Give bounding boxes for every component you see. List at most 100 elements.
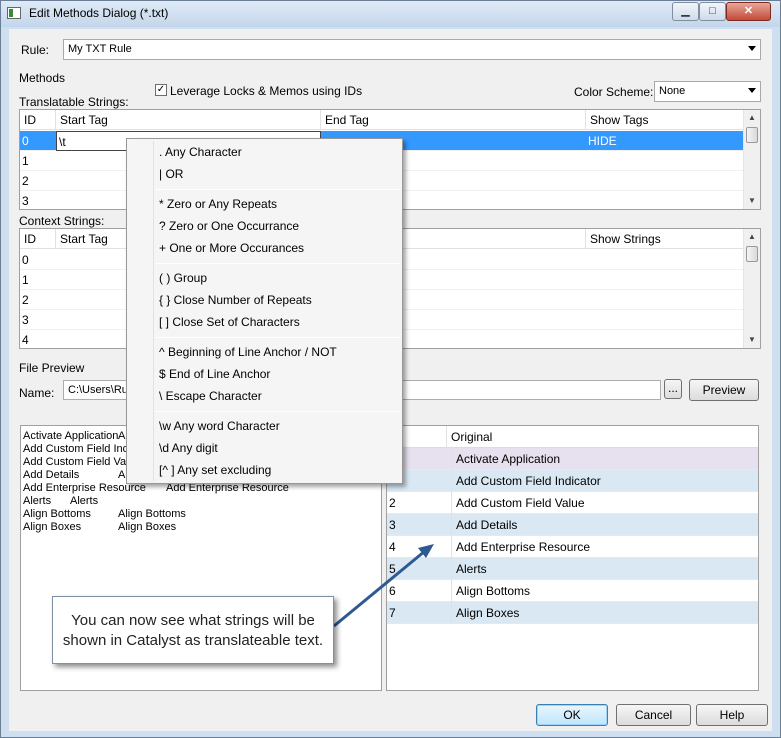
grid-header: Original	[387, 426, 758, 448]
cell-id: 0	[22, 134, 29, 148]
file-preview-label: File Preview	[19, 361, 85, 375]
column-header-original[interactable]: Original	[447, 426, 758, 448]
help-button[interactable]: Help	[696, 704, 768, 726]
preview-line: Align Boxes	[23, 521, 82, 533]
close-button[interactable]: ✕	[726, 2, 771, 21]
cell-show-tags[interactable]: HIDE	[586, 131, 617, 151]
row-original: Align Boxes	[451, 602, 519, 624]
menu-separator	[155, 411, 400, 412]
table-row[interactable]: 5 Alerts	[387, 558, 758, 580]
column-header-show-strings[interactable]: Show Strings	[586, 229, 745, 249]
preview-line: Add Custom Field Valu	[23, 456, 135, 468]
preview-line-col2: Alerts	[70, 495, 99, 507]
preview-original-grid[interactable]: Original Activate Application Add Custom…	[386, 425, 759, 691]
menu-item-escape[interactable]: \ Escape Character	[159, 386, 262, 406]
chevron-down-icon	[748, 88, 756, 93]
preview-line: Activate Application	[23, 430, 119, 442]
scroll-thumb[interactable]	[746, 246, 758, 262]
column-header-show-tags[interactable]: Show Tags	[586, 110, 745, 130]
methods-label: Methods	[19, 71, 66, 85]
menu-item-close-repeats[interactable]: { } Close Number of Repeats	[159, 290, 312, 310]
column-header-end-tag[interactable]: End Tag	[321, 110, 586, 130]
table-row[interactable]: 6 Align Bottoms	[387, 580, 758, 602]
menu-separator	[155, 189, 400, 190]
translatable-label: Translatable Strings:	[19, 95, 129, 109]
scroll-thumb[interactable]	[746, 127, 758, 143]
browse-button[interactable]: ...	[664, 379, 682, 399]
rule-select[interactable]: My TXT Rule	[63, 39, 761, 60]
row-id: 3	[389, 518, 396, 532]
row-id: 2	[389, 496, 396, 510]
table-row[interactable]: Add Custom Field Indicator	[387, 470, 758, 492]
menu-item-any-character[interactable]: . Any Character	[159, 142, 242, 162]
leverage-label: Leverage Locks & Memos using IDs	[170, 84, 363, 98]
menu-item-or[interactable]: | OR	[159, 164, 183, 184]
color-scheme-label: Color Scheme:	[574, 85, 654, 99]
translatable-scrollbar[interactable]: ▲ ▼	[743, 110, 760, 209]
row-id: 5	[389, 562, 396, 576]
scroll-down-icon[interactable]: ▼	[744, 193, 760, 209]
row-id: 4	[389, 540, 396, 554]
row-original: Add Enterprise Resource	[451, 536, 590, 558]
leverage-checkbox[interactable]: ✓	[155, 84, 167, 96]
menu-item-line-end[interactable]: $ End of Line Anchor	[159, 364, 270, 384]
cell-id: 1	[22, 154, 29, 168]
grid-header: ID Start Tag End Tag Show Tags	[20, 110, 745, 130]
menu-separator	[155, 263, 400, 264]
table-row[interactable]: 2 Add Custom Field Value	[387, 492, 758, 514]
row-original: Add Custom Field Indicator	[451, 470, 601, 492]
preview-line: Add Custom Field Indic	[23, 443, 137, 455]
row-id: 6	[389, 584, 396, 598]
row-original: Activate Application	[451, 448, 560, 470]
color-scheme-select[interactable]: None	[654, 81, 761, 102]
app-icon	[7, 7, 21, 19]
menu-item-set-excluding[interactable]: [^ ] Any set excluding	[159, 460, 271, 480]
preview-line: Alerts	[23, 495, 52, 507]
context-scrollbar[interactable]: ▲ ▼	[743, 229, 760, 348]
menu-item-digit[interactable]: \d Any digit	[159, 438, 218, 458]
menu-item-close-set[interactable]: [ ] Close Set of Characters	[159, 312, 300, 332]
cell-id: 4	[22, 333, 29, 347]
row-original: Add Custom Field Value	[451, 492, 585, 514]
preview-button[interactable]: Preview	[689, 379, 759, 401]
row-original: Align Bottoms	[451, 580, 530, 602]
minimize-button[interactable]: ▁	[672, 2, 699, 21]
scroll-down-icon[interactable]: ▼	[744, 332, 760, 348]
preview-line-col2: A	[118, 469, 126, 481]
table-row[interactable]: Activate Application	[387, 448, 758, 470]
scroll-up-icon[interactable]: ▲	[744, 110, 760, 126]
table-row[interactable]: 4 Add Enterprise Resource	[387, 536, 758, 558]
context-label: Context Strings:	[19, 214, 105, 228]
preview-line-col2: A	[118, 430, 126, 442]
menu-item-group[interactable]: ( ) Group	[159, 268, 207, 288]
scroll-up-icon[interactable]: ▲	[744, 229, 760, 245]
maximize-button[interactable]: □	[699, 2, 726, 21]
preview-line: Add Details	[23, 469, 80, 481]
table-row[interactable]: 7 Align Boxes	[387, 602, 758, 624]
title-bar[interactable]: Edit Methods Dialog (*.txt) ▁ □ ✕	[1, 1, 780, 27]
color-scheme-value: None	[659, 85, 686, 97]
menu-item-word-character[interactable]: \w Any word Character	[159, 416, 280, 436]
ok-button[interactable]: OK	[536, 704, 608, 726]
column-header-start-tag[interactable]: Start Tag	[56, 110, 321, 130]
menu-item-zero-or-any[interactable]: * Zero or Any Repeats	[159, 194, 277, 214]
callout-line-2: shown in Catalyst as translateable text.	[62, 632, 324, 649]
cell-id: 2	[22, 293, 29, 307]
menu-gutter	[153, 141, 154, 481]
regex-context-menu: . Any Character | OR * Zero or Any Repea…	[126, 138, 403, 484]
cell-id: 0	[22, 253, 29, 267]
menu-item-one-or-more[interactable]: + One or More Occurances	[159, 238, 304, 258]
callout-line-1: You can now see what strings will be	[71, 612, 315, 629]
table-row[interactable]: 3 Add Details	[387, 514, 758, 536]
menu-item-zero-or-one[interactable]: ? Zero or One Occurrance	[159, 216, 299, 236]
rule-value: My TXT Rule	[68, 43, 132, 55]
menu-item-line-start[interactable]: ^ Beginning of Line Anchor / NOT	[159, 342, 337, 362]
chevron-down-icon	[748, 46, 756, 51]
rule-label: Rule:	[21, 43, 50, 57]
callout-box: You can now see what strings will be sho…	[52, 596, 334, 664]
column-header-id[interactable]: ID	[20, 229, 56, 249]
cell-id: 1	[22, 273, 29, 287]
row-original: Alerts	[451, 558, 487, 580]
cancel-button[interactable]: Cancel	[616, 704, 691, 726]
column-header-id[interactable]: ID	[20, 110, 56, 130]
